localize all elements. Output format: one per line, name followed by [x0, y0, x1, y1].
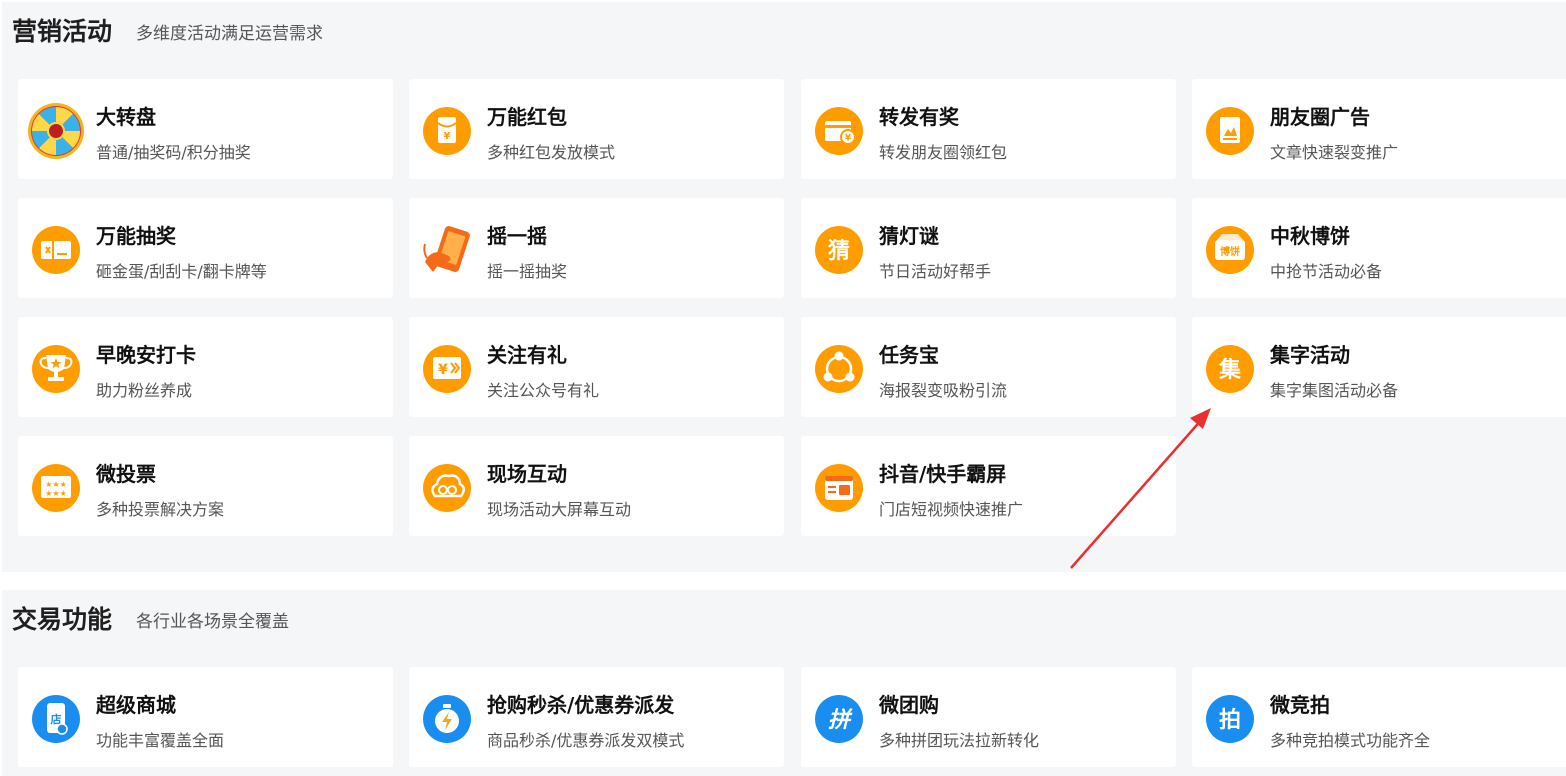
card-share-reward[interactable]: ¥ 转发有奖 转发朋友圈领红包 [801, 79, 1176, 179]
card-desc: 门店短视频快速推广 [879, 500, 1024, 519]
svg-text:拍: 拍 [1219, 707, 1241, 733]
lottery-icon [28, 222, 84, 278]
collect-word-icon: 集 [1202, 341, 1258, 397]
group-buy-icon: 拼 [811, 691, 867, 747]
card-desc: 多种投票解决方案 [96, 500, 225, 519]
card-desc: 海报裂变吸粉引流 [879, 381, 1008, 400]
svg-text:¥: ¥ [845, 134, 852, 144]
svg-text:¥: ¥ [438, 362, 448, 378]
card-vote[interactable]: ★★★ ★★★ 微投票 多种投票解决方案 [18, 436, 393, 536]
section-title: 交易功能 [12, 605, 113, 634]
card-red-packet[interactable]: ¥ 万能红包 多种红包发放模式 [409, 79, 784, 179]
card-title: 超级商城 [96, 693, 176, 717]
auction-icon: 拍 [1202, 691, 1258, 747]
riddle-icon: 猜 [811, 222, 867, 278]
card-desc: 现场活动大屏幕互动 [487, 500, 632, 519]
card-desc: 节日活动好帮手 [879, 262, 992, 281]
card-title: 抢购秒杀/优惠券派发 [487, 693, 675, 717]
card-title: 微投票 [96, 462, 156, 486]
card-collect-word[interactable]: 集 集字活动 集字集图活动必备 [1192, 317, 1566, 417]
card-desc: 功能丰富覆盖全面 [96, 731, 225, 750]
svg-text:博饼: 博饼 [1220, 245, 1240, 258]
flash-sale-icon [419, 691, 475, 747]
card-desc: 多种拼团玩法拉新转化 [879, 731, 1040, 750]
mooncake-icon: 博饼 [1202, 222, 1258, 278]
short-video-icon [811, 460, 867, 516]
svg-text:¥: ¥ [444, 131, 451, 142]
share-reward-icon: ¥ [811, 103, 867, 159]
vote-icon: ★★★ ★★★ [28, 460, 84, 516]
card-title: 集字活动 [1270, 343, 1350, 367]
section-subtitle: 多维度活动满足运营需求 [136, 24, 323, 44]
task-share-icon [811, 341, 867, 397]
wheel-icon [28, 103, 84, 159]
card-title: 关注有礼 [487, 343, 567, 367]
card-desc: 文章快速裂变推广 [1270, 143, 1399, 162]
card-desc: 中抢节活动必备 [1270, 262, 1383, 281]
card-auction[interactable]: 拍 微竞拍 多种竞拍模式功能齐全 [1192, 667, 1566, 767]
svg-text:拼: 拼 [828, 708, 853, 733]
card-desc: 普通/抽奖码/积分抽奖 [96, 143, 251, 162]
card-desc: 砸金蛋/刮刮卡/翻卡牌等 [96, 262, 267, 281]
card-desc: 多种竞拍模式功能齐全 [1270, 731, 1431, 750]
card-short-video[interactable]: 抖音/快手霸屏 门店短视频快速推广 [801, 436, 1176, 536]
card-desc: 集字集图活动必备 [1270, 381, 1399, 400]
card-wheel[interactable]: 大转盘 普通/抽奖码/积分抽奖 [18, 79, 393, 179]
card-title: 万能红包 [487, 105, 567, 129]
card-desc: 摇一摇抽奖 [487, 262, 568, 281]
section-title: 营销活动 [12, 17, 113, 46]
card-lottery[interactable]: 万能抽奖 砸金蛋/刮刮卡/翻卡牌等 [18, 198, 393, 298]
card-title: 微团购 [879, 693, 939, 717]
card-task[interactable]: 任务宝 海报裂变吸粉引流 [801, 317, 1176, 417]
card-desc: 多种红包发放模式 [487, 143, 616, 162]
card-title: 早晚安打卡 [96, 343, 196, 367]
svg-text:猜: 猜 [827, 239, 850, 264]
card-follow-gift[interactable]: ¥ 关注有礼 关注公众号有礼 [409, 317, 784, 417]
shake-phone-icon [419, 222, 475, 278]
card-shake[interactable]: 摇一摇 摇一摇抽奖 [409, 198, 784, 298]
card-desc: 转发朋友圈领红包 [879, 143, 1008, 162]
card-title: 任务宝 [879, 343, 939, 367]
card-title: 微竞拍 [1270, 693, 1330, 717]
card-title: 转发有奖 [879, 105, 959, 129]
trophy-icon [28, 341, 84, 397]
svg-text:★★★: ★★★ [45, 480, 67, 489]
card-group-buy[interactable]: 拼 微团购 多种拼团玩法拉新转化 [801, 667, 1176, 767]
svg-text:集: 集 [1218, 357, 1242, 383]
card-desc: 助力粉丝养成 [96, 381, 193, 400]
card-flash-sale[interactable]: 抢购秒杀/优惠券派发 商品秒杀/优惠券派发双模式 [409, 667, 784, 767]
card-title: 现场互动 [487, 462, 567, 486]
moments-ad-icon [1202, 103, 1258, 159]
card-title: 万能抽奖 [96, 224, 176, 248]
card-desc: 商品秒杀/优惠券派发双模式 [487, 731, 685, 750]
svg-text:★★★: ★★★ [45, 489, 67, 498]
card-title: 中秋博饼 [1270, 224, 1350, 248]
store-phone-icon: 店 [28, 691, 84, 747]
card-title: 抖音/快手霸屏 [879, 462, 1007, 486]
card-title: 朋友圈广告 [1270, 105, 1370, 129]
card-riddle[interactable]: 猜 猜灯谜 节日活动好帮手 [801, 198, 1176, 298]
trade-section: 交易功能 各行业各场景全覆盖 店 超级商城 功能丰富覆盖全面 抢购秒杀/优惠券派… [2, 590, 1566, 776]
card-title: 摇一摇 [487, 224, 547, 248]
red-packet-icon: ¥ [419, 103, 475, 159]
card-moments-ad[interactable]: 朋友圈广告 文章快速裂变推广 [1192, 79, 1566, 179]
live-interact-icon [419, 460, 475, 516]
card-mooncake[interactable]: 博饼 中秋博饼 中抢节活动必备 [1192, 198, 1566, 298]
card-title: 猜灯谜 [879, 224, 939, 248]
card-desc: 关注公众号有礼 [487, 381, 600, 400]
card-title: 大转盘 [96, 105, 156, 129]
marketing-section: 营销活动 多维度活动满足运营需求 大转盘 普通/抽奖码/积分抽奖 ¥ 万能红包 … [2, 2, 1566, 572]
card-checkin[interactable]: 早晚安打卡 助力粉丝养成 [18, 317, 393, 417]
follow-gift-icon: ¥ [419, 341, 475, 397]
card-super-mall[interactable]: 店 超级商城 功能丰富覆盖全面 [18, 667, 393, 767]
card-live-interact[interactable]: 现场互动 现场活动大屏幕互动 [409, 436, 784, 536]
section-subtitle: 各行业各场景全覆盖 [136, 612, 289, 632]
